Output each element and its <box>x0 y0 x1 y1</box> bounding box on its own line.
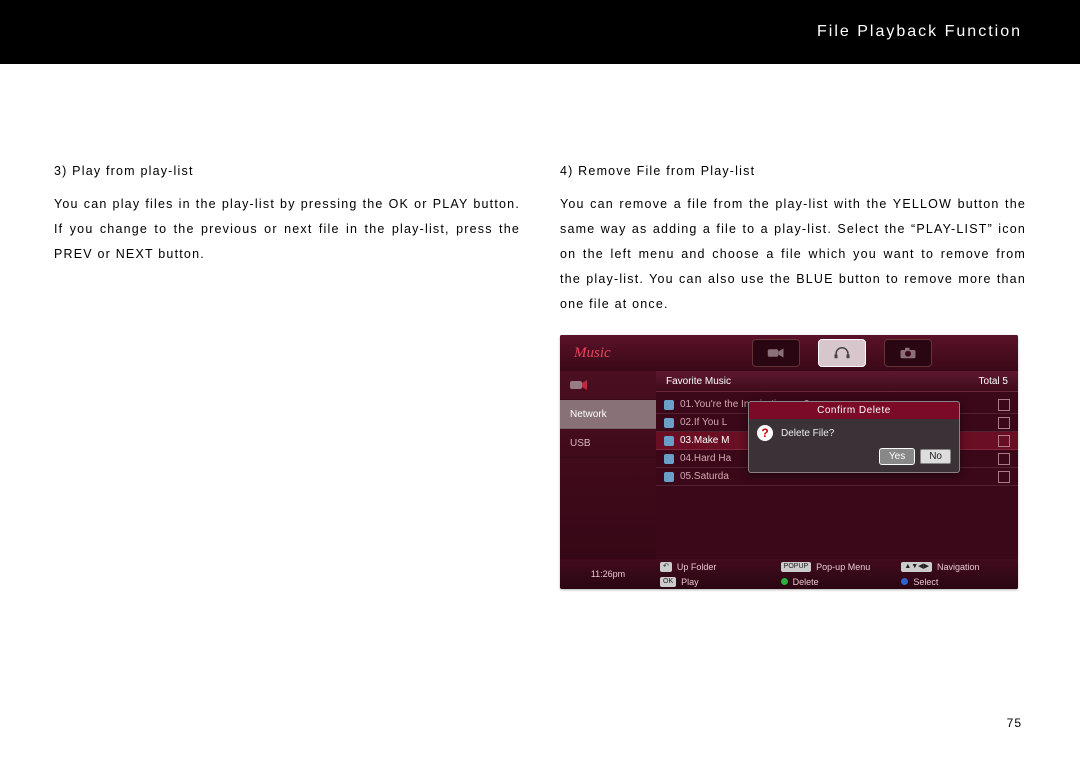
file-label: 02.If You L <box>680 417 727 428</box>
media-tab-group <box>666 339 1018 367</box>
music-file-icon <box>664 418 674 428</box>
yes-button[interactable]: Yes <box>880 449 914 464</box>
app-logo-music: Music <box>560 345 666 362</box>
dialog-title: Confirm Delete <box>749 402 959 419</box>
sidebar-item-playlist[interactable] <box>560 371 656 400</box>
photo-tab[interactable] <box>884 339 932 367</box>
list-total: Total 5 <box>979 376 1008 387</box>
ok-key-icon: OK <box>660 577 676 587</box>
green-button-icon <box>781 578 788 585</box>
question-icon: ? <box>757 425 773 441</box>
blue-button-icon <box>901 578 908 585</box>
right-column: 4) Remove File from Play-list You can re… <box>560 164 1026 589</box>
media-tabs-bar: Music <box>560 335 1018 372</box>
dialog-buttons: Yes No <box>749 445 959 472</box>
music-file-icon <box>664 454 674 464</box>
list-title: Favorite Music <box>666 376 731 387</box>
checkbox[interactable] <box>998 417 1010 429</box>
left-column: 3) Play from play-list You can play file… <box>54 164 520 589</box>
content-columns: 3) Play from play-list You can play file… <box>0 64 1080 589</box>
music-file-icon <box>664 472 674 482</box>
checkbox[interactable] <box>998 399 1010 411</box>
checkbox[interactable] <box>998 435 1010 447</box>
headphones-icon <box>833 346 851 360</box>
video-tab[interactable] <box>752 339 800 367</box>
page-title: File Playback Function <box>817 23 1022 41</box>
hint-delete: Delete <box>777 577 898 587</box>
checkbox[interactable] <box>998 453 1010 465</box>
confirm-delete-dialog: Confirm Delete ? Delete File? Yes No <box>748 401 960 473</box>
section-body: You can play files in the play-list by p… <box>54 192 520 267</box>
back-key-icon: ↶ <box>660 562 672 572</box>
dialog-body: ? Delete File? <box>749 419 959 445</box>
manual-page: File Playback Function 3) Play from play… <box>0 0 1080 760</box>
no-button[interactable]: No <box>920 449 951 464</box>
footer-actions: ↶Up Folder POPUPPop-up Menu ▲▼◀▶Navigati… <box>656 559 1018 589</box>
hint-upfolder: ↶Up Folder <box>656 562 777 572</box>
page-number: 75 <box>1007 716 1022 730</box>
hint-play: OKPlay <box>656 577 777 587</box>
camcorder-icon <box>767 346 785 360</box>
footer-bar: 11:26pm ↶Up Folder POPUPPop-up Menu ▲▼◀▶… <box>560 559 1018 589</box>
dialog-message: Delete File? <box>781 428 834 439</box>
nav-key-icon: ▲▼◀▶ <box>901 562 932 572</box>
clock: 11:26pm <box>560 569 656 579</box>
hint-navigation: ▲▼◀▶Navigation <box>897 562 1018 572</box>
camera-icon <box>899 346 917 360</box>
section-heading: 3) Play from play-list <box>54 164 520 178</box>
sidebar-item-usb[interactable]: USB <box>560 429 656 458</box>
section-body: You can remove a file from the play-list… <box>560 192 1026 317</box>
music-file-icon <box>664 436 674 446</box>
checkbox[interactable] <box>998 471 1010 483</box>
popup-key-icon: POPUP <box>781 562 812 572</box>
file-label: 03.Make M <box>680 435 729 446</box>
file-label: 04.Hard Ha <box>680 453 731 464</box>
section-heading: 4) Remove File from Play-list <box>560 164 1026 178</box>
sidebar-item-network[interactable]: Network <box>560 400 656 429</box>
source-sidebar: Network USB <box>560 371 658 559</box>
hint-select: Select <box>897 577 1018 587</box>
ui-screenshot: Music <box>560 335 1018 589</box>
list-header-bar: Favorite Music Total 5 <box>656 371 1018 392</box>
music-tab[interactable] <box>818 339 866 367</box>
file-label: 05.Saturda <box>680 471 729 482</box>
playlist-icon <box>570 379 588 391</box>
hint-popup: POPUPPop-up Menu <box>777 562 898 572</box>
music-file-icon <box>664 400 674 410</box>
header-bar: File Playback Function <box>0 0 1080 64</box>
